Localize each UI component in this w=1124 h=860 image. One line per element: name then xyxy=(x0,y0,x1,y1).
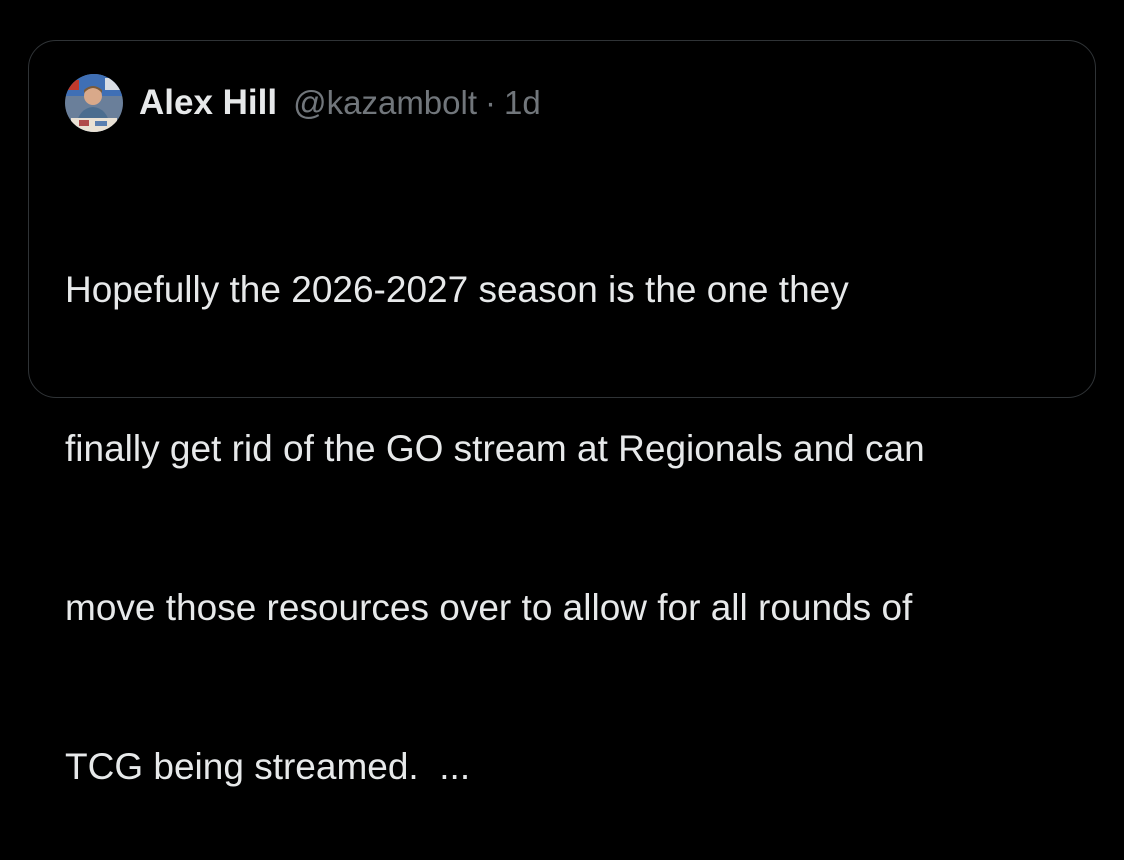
tweet-text-line: move those resources over to allow for a… xyxy=(65,587,913,628)
quoted-tweet-card[interactable]: Alex Hill @kazambolt · 1d Hopefully the … xyxy=(28,40,1096,787)
author-name[interactable]: Alex Hill xyxy=(139,83,277,123)
avatar[interactable] xyxy=(65,74,123,132)
tweet-header: Alex Hill @kazambolt · 1d xyxy=(65,73,541,133)
meta-separator: · xyxy=(485,84,497,121)
tweet-text-line: TCG being streamed. ... xyxy=(65,746,471,787)
tweet-text-line: Hopefully the 2026-2027 season is the on… xyxy=(65,269,849,310)
avatar-photo-icon xyxy=(65,74,123,132)
author-handle[interactable]: @kazambolt xyxy=(293,84,477,122)
post-timestamp[interactable]: 1d xyxy=(504,84,541,122)
tweet-text: Hopefully the 2026-2027 season is the on… xyxy=(65,157,1075,860)
